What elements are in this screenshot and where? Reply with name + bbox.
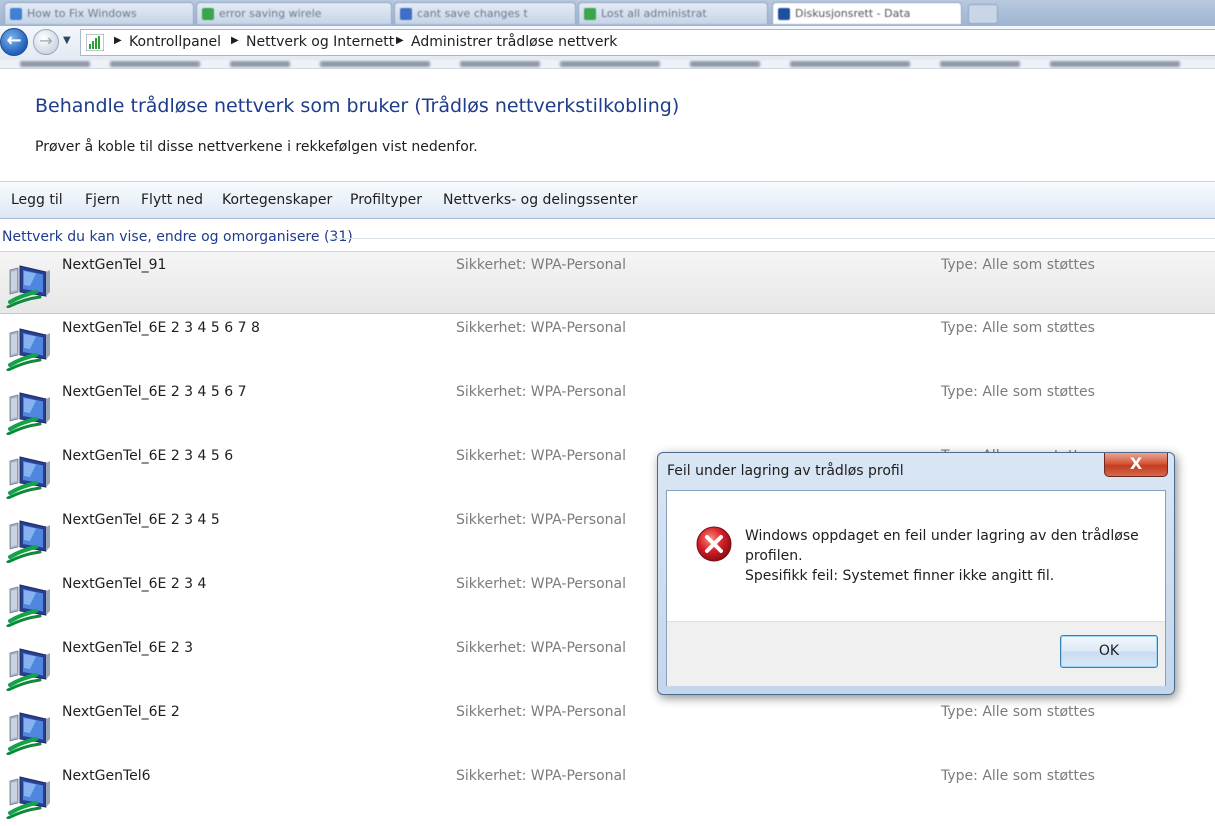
tab-label: Lost all administrat <box>601 7 707 20</box>
network-name: NextGenTel6 <box>62 768 151 784</box>
browser-tab-strip: How to Fix Windows error saving wirele can… <box>0 0 1215 26</box>
network-security: Sikkerhet: WPA-Personal <box>456 257 626 273</box>
page-subtitle: Prøver å koble til disse nettverkene i r… <box>35 139 478 155</box>
network-security: Sikkerhet: WPA-Personal <box>456 320 626 336</box>
remove-button[interactable]: Fjern <box>85 192 120 208</box>
network-row[interactable]: NextGenTel_6E 2 3 4 5 6 7 8 Sikkerhet: WP… <box>0 315 1215 378</box>
error-dialog: Feil under lagring av trådløs profil X W… <box>657 452 1175 695</box>
tab-label: cant save changes t <box>417 7 528 20</box>
tab-label: error saving wirele <box>219 7 322 20</box>
address-bar[interactable]: ▶ Kontrollpanel ▶ Nettverk og Internett … <box>80 29 1215 56</box>
wireless-network-icon <box>6 645 58 692</box>
navigation-bar: ← → ▼ ▶ Kontrollpanel ▶ Nettverk og Inte… <box>0 26 1215 61</box>
breadcrumb-separator-icon[interactable]: ▶ <box>396 35 404 46</box>
network-type: Type: Alle som støttes <box>941 320 1095 336</box>
dialog-message-line-3: Spesifikk feil: Systemet finner ikke ang… <box>745 568 1055 584</box>
ok-button[interactable]: OK <box>1060 635 1158 668</box>
tab-favicon-icon <box>584 8 596 20</box>
back-arrow-icon[interactable]: ← <box>0 28 28 56</box>
tab-label: How to Fix Windows <box>27 7 137 20</box>
network-security: Sikkerhet: WPA-Personal <box>456 448 626 464</box>
breadcrumb-separator-icon[interactable]: ▶ <box>114 35 122 46</box>
network-name: NextGenTel_6E 2 3 4 <box>62 576 207 592</box>
browser-tab[interactable]: error saving wirele <box>196 2 392 24</box>
browser-tab[interactable]: Lost all administrat <box>578 2 768 24</box>
dialog-footer: OK <box>667 621 1165 686</box>
breadcrumb-control-panel[interactable]: Kontrollpanel <box>129 34 221 50</box>
network-security: Sikkerhet: WPA-Personal <box>456 576 626 592</box>
wireless-network-icon <box>6 453 58 500</box>
network-security: Sikkerhet: WPA-Personal <box>456 384 626 400</box>
network-row[interactable]: NextGenTel_6E 2 Sikkerhet: WPA-Personal Ty… <box>0 699 1215 762</box>
add-button[interactable]: Legg til <box>11 192 63 208</box>
network-security: Sikkerhet: WPA-Personal <box>456 768 626 784</box>
breadcrumb-separator-icon[interactable]: ▶ <box>231 35 239 46</box>
network-security: Sikkerhet: WPA-Personal <box>456 512 626 528</box>
network-name: NextGenTel_6E 2 3 <box>62 640 194 656</box>
browser-tab[interactable]: How to Fix Windows <box>4 2 194 24</box>
wireless-network-icon <box>6 389 58 436</box>
close-icon[interactable]: X <box>1104 453 1168 477</box>
network-security: Sikkerhet: WPA-Personal <box>456 640 626 656</box>
wireless-network-icon <box>6 581 58 628</box>
network-name: NextGenTel_6E 2 3 4 5 6 7 <box>62 384 247 400</box>
tab-favicon-icon <box>10 8 22 20</box>
error-icon <box>696 526 732 562</box>
network-row[interactable]: NextGenTel_6E 2 3 4 5 6 7 Sikkerhet: WPA-… <box>0 379 1215 442</box>
tab-favicon-icon <box>778 8 790 20</box>
network-sharing-center-button[interactable]: Nettverks- og delingssenter <box>443 192 638 208</box>
wireless-network-icon <box>6 325 58 372</box>
dialog-message-line-1: Windows oppdaget en feil under lagring a… <box>745 528 1139 544</box>
wireless-network-icon <box>6 262 58 309</box>
network-name: NextGenTel_91 <box>62 257 167 273</box>
browser-tab[interactable]: cant save changes t <box>394 2 576 24</box>
command-toolbar: Legg til Fjern Flytt ned Kortegenskaper … <box>0 181 1215 219</box>
forward-arrow-icon[interactable]: → <box>33 29 59 55</box>
network-name: NextGenTel_6E 2 3 4 5 <box>62 512 220 528</box>
dialog-message-line-2: profilen. <box>745 548 803 564</box>
dialog-title: Feil under lagring av trådløs profil <box>667 463 904 479</box>
network-name: NextGenTel_6E 2 3 4 5 6 <box>62 448 234 464</box>
profile-types-button[interactable]: Profiltyper <box>350 192 422 208</box>
wireless-network-icon <box>6 517 58 564</box>
network-name: NextGenTel_6E 2 <box>62 704 180 720</box>
breadcrumb-manage-wireless[interactable]: Administrer trådløse nettverk <box>411 34 617 50</box>
wireless-network-icon <box>6 709 58 756</box>
network-type: Type: Alle som støttes <box>941 768 1095 784</box>
tab-label: Diskusjonsrett - Data <box>795 7 911 20</box>
history-dropdown-icon[interactable]: ▼ <box>63 35 71 46</box>
move-down-button[interactable]: Flytt ned <box>141 192 203 208</box>
wireless-network-icon <box>6 773 58 820</box>
breadcrumb-network-internet[interactable]: Nettverk og Internett <box>246 34 394 50</box>
browser-tab[interactable]: Diskusjonsrett - Data <box>772 2 962 24</box>
network-type: Type: Alle som støttes <box>941 704 1095 720</box>
network-control-panel-icon <box>86 34 104 51</box>
page-title: Behandle trådløse nettverk som bruker (T… <box>35 95 680 117</box>
dialog-message-area: Windows oppdaget en feil under lagring a… <box>667 491 1165 621</box>
new-tab-button[interactable] <box>968 4 998 24</box>
network-name: NextGenTel_6E 2 3 4 5 6 7 8 <box>62 320 260 336</box>
network-row[interactable]: NextGenTel_91 Sikkerhet: WPA-Personal Type… <box>0 251 1215 314</box>
network-security: Sikkerhet: WPA-Personal <box>456 704 626 720</box>
dialog-body: Windows oppdaget en feil under lagring a… <box>666 490 1166 686</box>
bookmarks-bar <box>0 60 1215 69</box>
network-group-header[interactable]: Nettverk du kan vise, endre og omorganis… <box>2 229 353 245</box>
network-type: Type: Alle som støttes <box>941 384 1095 400</box>
adapter-properties-button[interactable]: Kortegenskaper <box>222 192 332 208</box>
tab-favicon-icon <box>202 8 214 20</box>
group-divider <box>332 238 1215 239</box>
network-type: Type: Alle som støttes <box>941 257 1095 273</box>
tab-favicon-icon <box>400 8 412 20</box>
